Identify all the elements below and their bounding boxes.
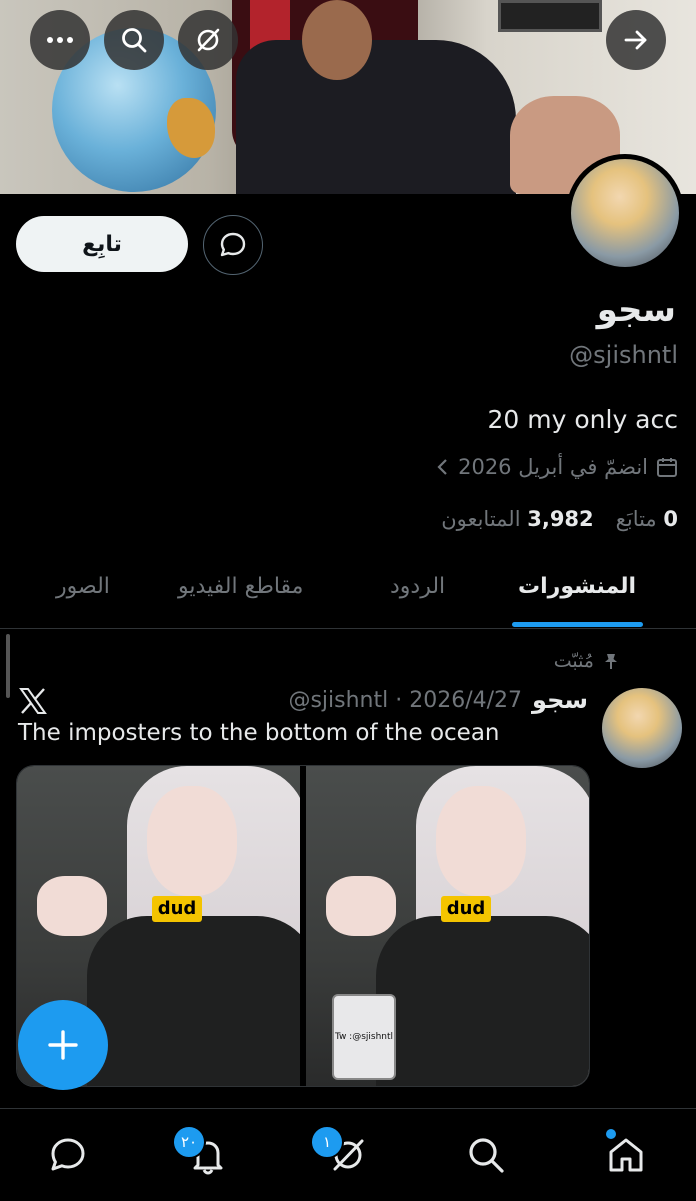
follow-button[interactable]: تابِع xyxy=(16,216,188,272)
profile-handle: @sjishntl xyxy=(569,341,678,369)
following-label: متابَع xyxy=(615,507,657,531)
grok-button[interactable] xyxy=(178,10,238,70)
pinned-label: مُثبّت xyxy=(553,650,594,672)
tab-videos[interactable]: مقاطع الفيديو xyxy=(178,574,303,599)
shirt-logo: dud xyxy=(441,896,491,922)
tab-photos[interactable]: الصور xyxy=(56,574,110,599)
watermark-text: Tw :@sjishntl xyxy=(334,1032,394,1042)
post-author-handle: @sjishntl xyxy=(288,687,389,713)
post-author-name[interactable]: سجو xyxy=(532,686,588,714)
pin-icon xyxy=(605,654,617,669)
profile-avatar[interactable] xyxy=(566,154,684,272)
post-text: The imposters to the bottom of the ocean xyxy=(18,720,500,746)
nav-messages[interactable] xyxy=(46,1133,90,1177)
arrow-right-icon xyxy=(624,30,647,50)
wall-frame xyxy=(498,0,602,32)
followers-label: المتابعون xyxy=(441,507,521,531)
follow-stats: 0 متابَع 3,982 المتابعون xyxy=(441,507,678,531)
profile-bio: 20 my only acc xyxy=(487,405,679,434)
pinned-indicator: مُثبّت xyxy=(554,650,620,672)
shirt-logo: dud xyxy=(152,896,202,922)
bottom-nav: ٢٠ ١ xyxy=(0,1108,696,1201)
home-icon xyxy=(609,1138,643,1172)
tablet-watermark: Tw :@sjishntl xyxy=(332,994,396,1080)
search-icon xyxy=(469,1138,504,1173)
tab-replies[interactable]: الردود xyxy=(390,574,445,599)
post-photo-2[interactable]: dud Tw :@sjishntl xyxy=(306,766,589,1086)
chat-icon xyxy=(51,1138,85,1171)
search-icon xyxy=(122,28,147,53)
post-header: سجو @sjishntl · 2026/4/27 xyxy=(288,686,588,714)
tab-posts[interactable]: المنشورات xyxy=(518,574,636,599)
grok-badge: ١ xyxy=(310,1125,344,1159)
banner-person xyxy=(236,40,516,194)
home-new-indicator xyxy=(606,1129,616,1139)
plus-icon xyxy=(48,1030,78,1060)
nav-search[interactable] xyxy=(464,1133,508,1177)
post-author-avatar[interactable] xyxy=(602,688,682,768)
post-meta: @sjishntl · 2026/4/27 xyxy=(288,687,523,713)
more-icon xyxy=(47,37,73,43)
nav-home[interactable] xyxy=(604,1133,648,1177)
message-icon xyxy=(220,232,246,257)
profile-tabs: المنشورات الردود مقاطع الفيديو الصور xyxy=(0,560,696,629)
joined-label: انضمّ في أبريل 2026 xyxy=(458,455,648,479)
profile-display-name: سجو xyxy=(596,290,676,330)
chevron-left-icon[interactable] xyxy=(436,457,450,477)
search-button[interactable] xyxy=(104,10,164,70)
following-count: 0 xyxy=(663,507,678,531)
forward-button[interactable] xyxy=(606,10,666,70)
grok-icon xyxy=(197,28,220,52)
scrollbar[interactable] xyxy=(6,634,10,698)
active-tab-indicator xyxy=(512,622,643,627)
x-logo-icon xyxy=(18,686,48,720)
followers-link[interactable]: 3,982 المتابعون xyxy=(441,507,593,531)
compose-button[interactable] xyxy=(18,1000,108,1090)
message-button[interactable] xyxy=(203,215,263,275)
calendar-icon xyxy=(657,458,677,477)
joined-date: انضمّ في أبريل 2026 xyxy=(436,455,678,479)
followers-count: 3,982 xyxy=(527,507,594,531)
following-link[interactable]: 0 متابَع xyxy=(616,507,678,531)
post-date: 2026/4/27 xyxy=(409,687,523,713)
notifications-badge: ٢٠ xyxy=(172,1125,206,1159)
more-button[interactable] xyxy=(30,10,90,70)
